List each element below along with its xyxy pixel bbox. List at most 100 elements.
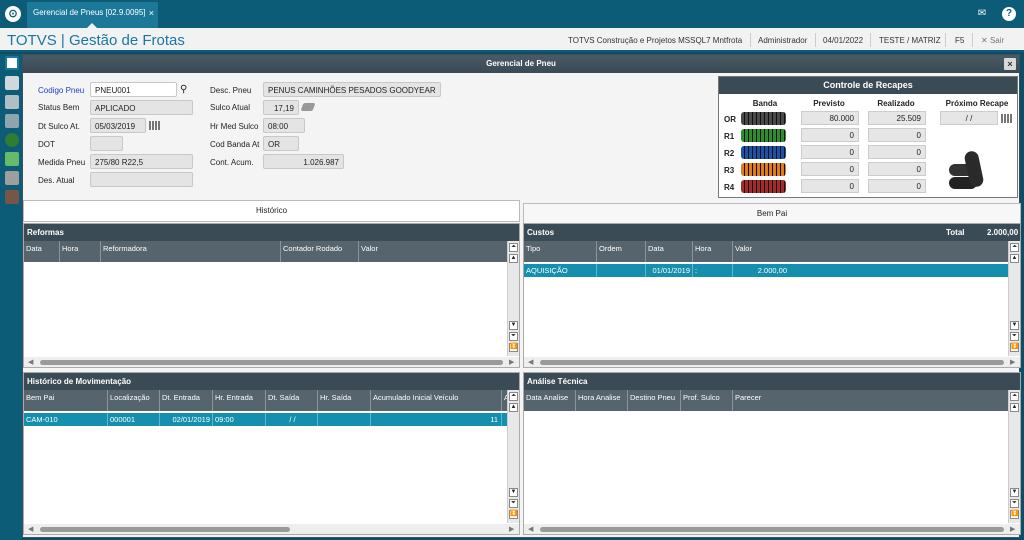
- scroll-bottom-icon[interactable]: ⏷: [1010, 499, 1019, 508]
- table-row[interactable]: AQUISIÇÃO 01/01/2019 : 2.000,00: [524, 264, 1008, 277]
- scroll-left-icon[interactable]: ◀: [28, 358, 33, 366]
- scroll-thumb[interactable]: [540, 527, 1004, 532]
- export-tool-icon[interactable]: [5, 190, 19, 204]
- scroll-top-icon[interactable]: ⏶: [1010, 243, 1019, 252]
- col-data[interactable]: Data: [24, 241, 60, 262]
- calendar-icon[interactable]: [1001, 114, 1012, 123]
- scroll-up-icon[interactable]: ▲: [1010, 254, 1019, 263]
- scroll-right-icon[interactable]: ▶: [1010, 525, 1015, 533]
- report-tool-icon[interactable]: [5, 152, 19, 166]
- divider: [815, 33, 816, 47]
- user-tool-icon[interactable]: [5, 95, 19, 109]
- custos-panel: Custos Total 2.000,00 Tipo Ordem Data Ho…: [523, 223, 1021, 368]
- tab-historico[interactable]: Histórico: [23, 200, 520, 222]
- exit-button[interactable]: ✕ Sair: [981, 36, 1004, 45]
- horizontal-scrollbar[interactable]: ◀ ▶: [524, 524, 1020, 534]
- col-acumulado[interactable]: Acumulado Inicial Veículo: [371, 390, 502, 411]
- scroll-right-icon[interactable]: ▶: [509, 358, 514, 366]
- scroll-top-icon[interactable]: ⏶: [509, 392, 518, 401]
- mail-icon[interactable]: ✉: [975, 7, 989, 21]
- totvs-logo-icon[interactable]: ⊙: [5, 6, 21, 22]
- scroll-down-icon[interactable]: ▼: [509, 488, 518, 497]
- scroll-top-icon[interactable]: ⏶: [1010, 392, 1019, 401]
- calendar-icon[interactable]: [149, 121, 160, 130]
- col-hr-saida[interactable]: Hr. Saída: [318, 390, 371, 411]
- des-atual-field: [90, 172, 193, 187]
- cell-hr-saida: [318, 413, 371, 426]
- vertical-scrollbar[interactable]: ⏶ ▲ ▼ ⏷ ⏬: [507, 390, 519, 523]
- codigo-pneu-input[interactable]: PNEU001: [90, 82, 177, 97]
- scroll-down-icon[interactable]: ▼: [1010, 321, 1019, 330]
- environment[interactable]: TESTE / MATRIZ: [879, 36, 941, 45]
- vertical-scrollbar[interactable]: ⏶ ▲ ▼ ⏷ ⏬: [1008, 241, 1020, 356]
- scroll-down-icon[interactable]: ▼: [509, 321, 518, 330]
- window-icon[interactable]: [5, 56, 19, 70]
- col-destino-pneu[interactable]: Destino Pneu: [628, 390, 681, 411]
- scroll-left-icon[interactable]: ◀: [528, 358, 533, 366]
- col-dt-entrada[interactable]: Dt. Entrada: [160, 390, 213, 411]
- shortcut-f5[interactable]: F5: [955, 36, 964, 45]
- col-dt-saida[interactable]: Dt. Saída: [266, 390, 318, 411]
- vertical-scrollbar[interactable]: ⏶ ▲ ▼ ⏷ ⏬: [507, 241, 519, 356]
- vertical-scrollbar[interactable]: ⏶ ▲ ▼ ⏷ ⏬: [1008, 390, 1020, 523]
- tire-tread-r2-icon: [741, 146, 786, 159]
- scroll-down-icon[interactable]: ▼: [1010, 488, 1019, 497]
- scroll-left-icon[interactable]: ◀: [28, 525, 33, 533]
- scroll-right-icon[interactable]: ▶: [1010, 358, 1015, 366]
- horizontal-scrollbar[interactable]: ◀ ▶: [24, 357, 519, 367]
- col-parecer[interactable]: Parecer: [733, 390, 1008, 411]
- col-prof-sulco[interactable]: Prof. Sulco: [681, 390, 733, 411]
- des-atual-label: Des. Atual: [38, 176, 75, 185]
- col-hora[interactable]: Hora: [693, 241, 733, 262]
- col-data[interactable]: Data: [646, 241, 693, 262]
- print-tool-icon[interactable]: [5, 171, 19, 185]
- scroll-bottom-icon[interactable]: ⏷: [509, 332, 518, 341]
- scroll-up-icon[interactable]: ▲: [509, 403, 518, 412]
- scroll-top-icon[interactable]: ⏶: [509, 243, 518, 252]
- search-icon[interactable]: ⚲: [180, 84, 187, 95]
- col-ordem[interactable]: Ordem: [597, 241, 646, 262]
- scroll-bottom-icon[interactable]: ⏷: [509, 499, 518, 508]
- scroll-end-icon[interactable]: ⏬: [1010, 510, 1019, 519]
- horizontal-scrollbar[interactable]: ◀ ▶: [524, 357, 1020, 367]
- tire-gauge-icon[interactable]: [300, 103, 316, 111]
- scroll-thumb[interactable]: [540, 360, 1004, 365]
- search-tool-icon[interactable]: [5, 76, 19, 90]
- scroll-left-icon[interactable]: ◀: [528, 525, 533, 533]
- col-bem-pai[interactable]: Bem Pai: [24, 390, 108, 411]
- scroll-thumb[interactable]: [40, 527, 290, 532]
- col-valor[interactable]: Valor: [359, 241, 507, 262]
- scroll-bottom-icon[interactable]: ⏷: [1010, 332, 1019, 341]
- tab-gerencial-pneus[interactable]: Gerencial de Pneus [02.9.0095] ×: [27, 2, 158, 28]
- config-tool-icon[interactable]: [5, 114, 19, 128]
- col-hora-analise[interactable]: Hora Analise: [576, 390, 628, 411]
- col-hr-entrada[interactable]: Hr. Entrada: [213, 390, 266, 411]
- tab-title: Gerencial de Pneus [02.9.0095]: [33, 8, 146, 17]
- tab-bem-pai[interactable]: Bem Pai: [523, 203, 1021, 225]
- window-close-icon[interactable]: ×: [1004, 58, 1016, 70]
- help-icon[interactable]: ?: [1002, 7, 1016, 21]
- globe-tool-icon[interactable]: [5, 133, 19, 147]
- system-date[interactable]: 04/01/2022: [823, 36, 863, 45]
- col-tipo[interactable]: Tipo: [524, 241, 597, 262]
- col-reformadora[interactable]: Reformadora: [101, 241, 281, 262]
- scroll-right-icon[interactable]: ▶: [509, 525, 514, 533]
- col-contador-rodado[interactable]: Contador Rodado: [281, 241, 359, 262]
- scroll-up-icon[interactable]: ▲: [509, 254, 518, 263]
- scroll-end-icon[interactable]: ⏬: [509, 343, 518, 352]
- col-localizacao[interactable]: Localização: [108, 390, 160, 411]
- col-valor[interactable]: Valor: [733, 241, 1008, 262]
- company-info[interactable]: TOTVS Construção e Projetos MSSQL7 Mntfr…: [568, 36, 742, 45]
- user-name[interactable]: Administrador: [758, 36, 807, 45]
- tab-close-icon[interactable]: ×: [149, 8, 154, 18]
- status-bem-label: Status Bem: [38, 103, 80, 112]
- scroll-up-icon[interactable]: ▲: [1010, 403, 1019, 412]
- scroll-end-icon[interactable]: ⏬: [509, 510, 518, 519]
- horizontal-scrollbar[interactable]: ◀ ▶: [24, 524, 519, 534]
- scroll-thumb[interactable]: [40, 360, 503, 365]
- col-hora[interactable]: Hora: [60, 241, 101, 262]
- table-row[interactable]: CAM-010 000001 02/01/2019 09:00 / / 11: [24, 413, 507, 426]
- scroll-end-icon[interactable]: ⏬: [1010, 343, 1019, 352]
- band-label-r1: R1: [724, 132, 735, 141]
- col-data-analise[interactable]: Data Analise: [524, 390, 576, 411]
